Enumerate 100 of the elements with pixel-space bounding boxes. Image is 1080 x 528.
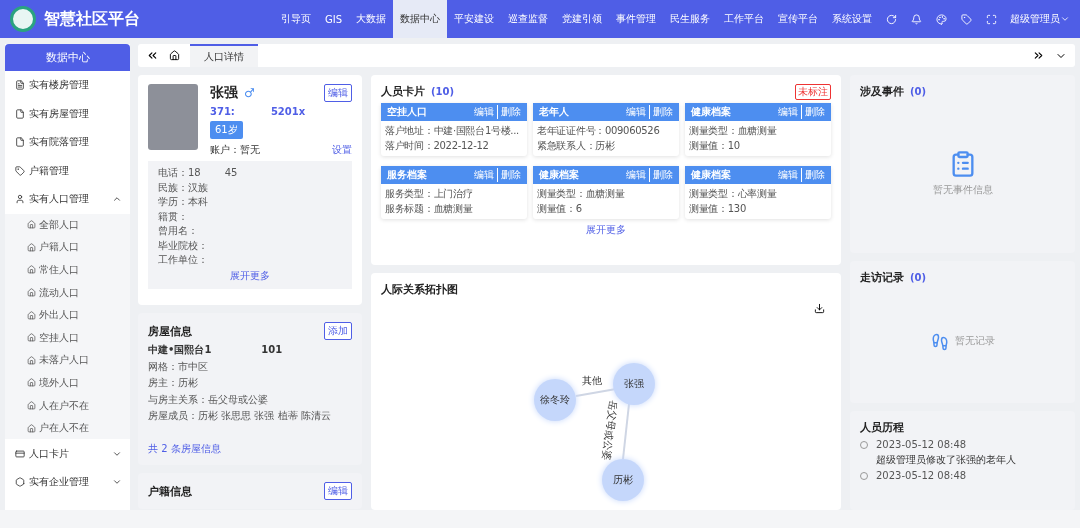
info-field: 网格：市中区 <box>148 360 352 373</box>
sidebar-title: 数据中心 <box>5 44 130 71</box>
info-field: 毕业院校： <box>158 239 342 252</box>
card-title: 服务档案 <box>387 168 427 182</box>
delete-link[interactable]: 删除 <box>801 105 825 119</box>
person-name: 张强 <box>210 84 238 102</box>
timeline-text: 超级管理员修改了张强的老年人 <box>876 453 1016 466</box>
sidebar-subitem[interactable]: 户在人不在 <box>5 416 130 440</box>
nav-tab[interactable]: 数据中心 <box>393 0 447 38</box>
section-title: 走访记录 <box>860 270 904 285</box>
edit-link[interactable]: 编辑 <box>626 105 646 119</box>
delete-link[interactable]: 删除 <box>649 168 673 182</box>
house-count-link[interactable]: 共 2 条房屋信息 <box>148 442 352 456</box>
settings-link[interactable]: 设置 <box>332 143 352 157</box>
sidebar-subitem[interactable]: 境外人口 <box>5 371 130 395</box>
info-field: 与房主关系：岳父母或公婆 <box>148 393 352 406</box>
nav-tab[interactable]: 巡查监督 <box>501 0 555 38</box>
section-title: 房屋信息 <box>148 323 192 339</box>
section-title: 人员历程 <box>860 420 905 435</box>
section-title: 户籍信息 <box>148 483 192 499</box>
section-title: 人际关系拓扑图 <box>381 282 458 297</box>
sidebar-subitem[interactable]: 流动人口 <box>5 281 130 304</box>
sidebar-item[interactable]: 实有楼房管理 <box>5 71 130 100</box>
sidebar-subitem[interactable]: 未落户人口 <box>5 349 130 372</box>
nav-tab[interactable]: GIS <box>317 0 349 38</box>
nav-tab[interactable]: 宣传平台 <box>771 0 825 38</box>
card-field: 紧急联系人：历彬 <box>537 139 675 152</box>
phone-text: 电话：18 <box>158 167 201 180</box>
age-badge: 61岁 <box>210 121 243 139</box>
count-text: (10) <box>431 86 455 97</box>
edit-link[interactable]: 编辑 <box>778 105 798 119</box>
id-number: 5201x <box>270 106 306 117</box>
card-title: 老年人 <box>539 105 569 119</box>
sidebar-item[interactable]: 实有院落管理 <box>5 128 130 157</box>
info-field: 籍贯： <box>158 210 342 223</box>
sidebar-item[interactable]: 实有企业管理 <box>5 467 130 497</box>
card-field: 测量类型：心率测量 <box>689 188 827 201</box>
nav-tab[interactable]: 引导页 <box>273 0 318 38</box>
edit-link[interactable]: 编辑 <box>474 105 494 119</box>
sidebar-item[interactable]: 人口卡片 <box>5 439 130 468</box>
card-field: 服务类型：上门治疗 <box>385 188 523 201</box>
expand-link[interactable]: 展开更多 <box>586 223 626 237</box>
sidebar-item[interactable]: 户籍管理 <box>5 156 130 185</box>
delete-link[interactable]: 删除 <box>801 168 825 182</box>
card-field: 落户地址：中建·国熙台1号楼... <box>385 125 523 138</box>
delete-link[interactable]: 删除 <box>649 105 673 119</box>
sidebar-subitem[interactable]: 外出人口 <box>5 303 130 327</box>
card-field: 老年证证件号：009060526 <box>537 125 675 138</box>
card-field: 测量类型：血糖测量 <box>689 125 827 138</box>
add-button[interactable]: 添加 <box>324 322 352 340</box>
edit-link[interactable]: 编辑 <box>474 168 494 182</box>
account-text: 账户：暂无 <box>210 143 260 157</box>
card-field: 服务标题：血糖测量 <box>385 202 523 215</box>
nav-tab[interactable]: 民生服务 <box>663 0 717 38</box>
info-field: 房屋成员：历彬 张思思 张强 植蒂 陈清云 <box>148 410 352 423</box>
empty-text: 暂无记录 <box>954 335 995 348</box>
timeline-time: 2023-05-12 08:48 <box>876 439 968 452</box>
edit-link[interactable]: 编辑 <box>626 168 646 182</box>
card-title: 健康档案 <box>691 168 731 182</box>
user-menu[interactable]: 超级管理员 <box>1010 12 1060 26</box>
card-field: 测量值：130 <box>689 202 827 215</box>
gender-symbol: ♂ <box>244 85 255 101</box>
id-number: 371: <box>210 106 235 117</box>
graph-node: 历彬 <box>602 459 644 501</box>
sidebar-subitem[interactable]: 全部人口 <box>5 213 130 237</box>
count-text: (0) <box>910 86 927 97</box>
card-field: 测量值：6 <box>537 202 675 215</box>
sidebar-subitem[interactable]: 户籍人口 <box>5 236 130 259</box>
timeline-time: 2023-05-12 08:48 <box>876 470 967 483</box>
info-field: 曾用名： <box>158 225 342 238</box>
nav-tab[interactable]: 党建引领 <box>555 0 609 38</box>
delete-link[interactable]: 删除 <box>497 168 521 182</box>
sidebar-item[interactable]: 实有房屋管理 <box>5 99 130 128</box>
sidebar-subitem[interactable]: 常住人口 <box>5 258 130 282</box>
room-text: 101 <box>261 344 283 357</box>
sidebar-subitem[interactable]: 空挂人口 <box>5 326 130 350</box>
nav-tab[interactable]: 系统设置 <box>825 0 879 38</box>
nav-tab[interactable]: 大数据 <box>349 0 393 38</box>
page-tab[interactable]: 人口详情 <box>190 44 258 67</box>
edit-button[interactable]: 编辑 <box>324 482 352 500</box>
sidebar-subitem[interactable]: 人在户不在 <box>5 394 130 417</box>
graph-node: 徐冬玲 <box>534 379 576 421</box>
nav-tab[interactable]: 工作平台 <box>717 0 771 38</box>
sidebar-item[interactable]: 实有人口管理 <box>5 185 130 214</box>
card-title: 健康档案 <box>691 105 731 119</box>
edit-link[interactable]: 编辑 <box>778 168 798 182</box>
phone-text: 45 <box>224 167 238 180</box>
count-text: (0) <box>910 272 927 283</box>
info-field: 房主：历彬 <box>148 377 352 390</box>
nav-tab[interactable]: 事件管理 <box>609 0 663 38</box>
edit-button[interactable]: 编辑 <box>324 84 352 102</box>
nav-tab[interactable]: 平安建设 <box>447 0 501 38</box>
section-title: 涉及事件 <box>860 84 904 99</box>
app-title: 智慧社区平台 <box>44 8 141 30</box>
card-field: 落户时间：2022-12-12 <box>385 139 523 152</box>
card-field: 测量值：10 <box>689 139 827 152</box>
delete-link[interactable]: 删除 <box>497 105 521 119</box>
empty-text: 暂无事件信息 <box>932 184 993 197</box>
unmarked-tag: 未标注 <box>795 84 831 100</box>
expand-link[interactable]: 展开更多 <box>230 268 270 283</box>
